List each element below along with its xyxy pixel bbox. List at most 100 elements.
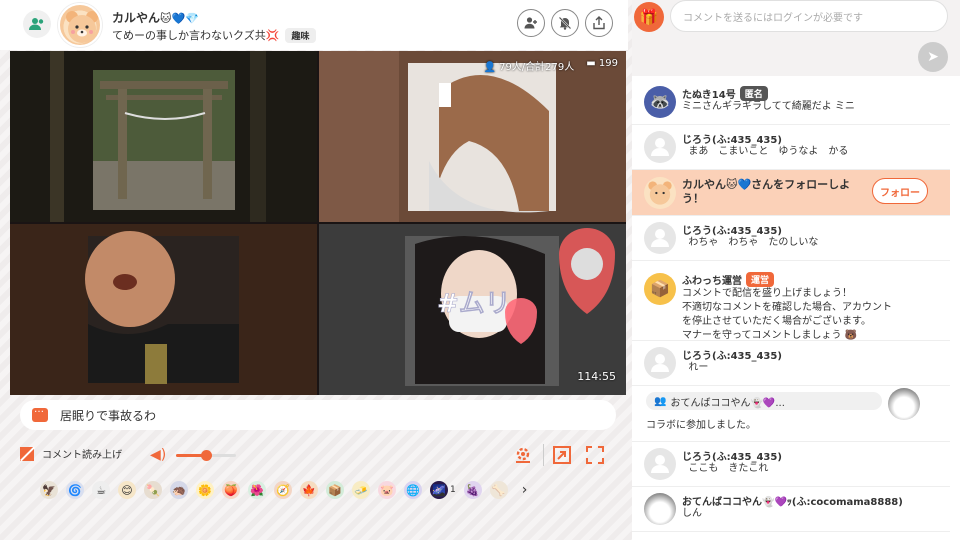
follow-button[interactable]: フォロー (872, 178, 928, 204)
chat-message[interactable]: じろう(ふ:435_435) まあ こまいこと ゆうなよ かる (632, 125, 950, 170)
stream-title-text: てめーの事しか言わないクズ共💢 (112, 27, 279, 43)
gift-item[interactable]: 🌼 (196, 481, 214, 499)
controls-divider (543, 444, 544, 466)
share-button[interactable] (585, 9, 613, 37)
gift-item[interactable]: 🌌 (430, 481, 448, 499)
video-overlay-text: #ムリ (437, 289, 511, 319)
collab-user-name: おてんばココやん👻💜... (670, 397, 785, 409)
chat-username[interactable]: おてんばココやん👻💜ｯ(ふ:cocomama8888) (682, 493, 903, 508)
read-aloud-toggle[interactable]: コメント読み上げ (20, 446, 122, 461)
staff-avatar[interactable]: 📦 (644, 273, 676, 305)
user-avatar[interactable]: 🦝 (644, 86, 676, 118)
user-badge: 匿名 (739, 86, 768, 101)
comment-count-text: 199 (598, 58, 618, 69)
stream-panel: カルやん🐱💙💎 てめーの事しか言わないクズ共💢 趣味 #ムリ 👤 79人/合計2… (0, 0, 628, 540)
video-player[interactable]: #ムリ 👤 79人/合計279人 ▬ 199 114:55 (10, 51, 626, 395)
default-avatar[interactable] (644, 448, 676, 480)
category-badge[interactable]: 趣味 (285, 27, 316, 43)
gift-item[interactable]: 🦴 (489, 481, 508, 499)
chat-username-text: おてんばココやん👻💜ｯ(ふ:cocomama8888) (682, 497, 903, 508)
chat-message[interactable]: 📦 ふわっち運営 運営 コメントで配信を盛り上げましょう！ 不適切なコメントを確認した… (632, 261, 950, 341)
read-aloud-off-icon (20, 446, 34, 461)
group-button[interactable] (23, 10, 51, 38)
gift-item[interactable]: 😊 (118, 481, 136, 499)
tanuki-icon: 🦝 (650, 92, 670, 111)
settings-button[interactable] (512, 444, 534, 466)
stream-title: てめーの事しか言わないクズ共💢 趣味 (112, 27, 316, 43)
chat-message[interactable]: じろう(ふ:435_435) れー (632, 341, 950, 386)
comment-input[interactable]: コメントを送るにはログインが必要です (670, 0, 948, 32)
player-controls: コメント読み上げ ◀) (0, 440, 628, 470)
fuwacchi-mascot-icon: 📦 (650, 279, 670, 298)
latest-comment-bar: 居眠りで事故るわ (20, 400, 616, 430)
gift-item[interactable]: 📦 (326, 481, 344, 499)
chat-message-text: しん (682, 508, 702, 519)
user-avatar[interactable] (644, 493, 676, 525)
bear-avatar-icon (648, 181, 672, 205)
collab-avatar[interactable] (888, 388, 920, 420)
chat-username[interactable]: ふわっち運営 運営 (682, 272, 775, 287)
streamer-avatar[interactable] (58, 3, 102, 47)
chat-username-text: じろう(ふ:435_435) (682, 135, 782, 146)
picture-in-picture-icon (553, 446, 571, 464)
read-aloud-label: コメント読み上げ (42, 450, 122, 461)
person-icon: 👤 (483, 62, 496, 73)
volume-control[interactable]: ◀) (150, 447, 240, 463)
streamer-avatar-small[interactable] (644, 177, 676, 209)
chat-username-text: ふわっち運営 (682, 276, 742, 287)
default-avatar[interactable] (644, 347, 676, 379)
stream-title-main: てめーの事しか言わないクズ共 (112, 29, 266, 42)
pip-button[interactable] (551, 444, 573, 466)
gift-button[interactable]: 🎁 (634, 2, 664, 32)
gift-item[interactable]: ☕ (92, 481, 110, 499)
gift-item[interactable]: 🐷 (378, 481, 396, 499)
chat-username[interactable]: たぬき14号 匿名 (682, 86, 768, 101)
volume-slider[interactable] (176, 450, 236, 461)
chat-message[interactable]: じろう(ふ:435_435) わちゃ わちゃ たのしいな (632, 216, 950, 261)
add-user-icon (524, 17, 537, 29)
chat-username[interactable]: じろう(ふ:435_435) (682, 347, 782, 362)
chat-message[interactable]: じろう(ふ:435_435) ここも きたこれ (632, 442, 950, 487)
chat-username[interactable]: じろう(ふ:435_435) (682, 222, 782, 237)
girl-scene-1 (319, 51, 626, 222)
user-badge: 運営 (746, 272, 775, 287)
collab-video-2[interactable] (319, 51, 626, 222)
gift-item[interactable]: 🌀 (66, 481, 84, 499)
chat-message[interactable]: おてんばココやん👻💜ｯ(ふ:cocomama8888) しん (632, 487, 950, 532)
gift-item[interactable]: 🍡 (144, 481, 162, 499)
collab-video-3[interactable] (10, 224, 317, 395)
gift-item[interactable]: 🧭 (274, 481, 292, 499)
mute-notification-button[interactable] (551, 9, 579, 37)
collab-user-pill[interactable]: 👥 おてんばココやん👻💜... (646, 392, 882, 410)
elapsed-time: 114:55 (577, 370, 616, 383)
fullscreen-button[interactable] (584, 444, 606, 466)
speaker-icon[interactable]: ◀) (150, 447, 168, 463)
add-friend-button[interactable] (517, 9, 545, 37)
streamer-name: カルやん🐱💙💎 (112, 9, 199, 26)
volume-knob[interactable] (201, 450, 212, 461)
chat-message-text: ミニさんギラギラしてて綺麗だよ ミニ (682, 101, 855, 112)
chat-message[interactable]: 🦝 たぬき14号 匿名 ミニさんギラギラしてて綺麗だよ ミニ (632, 80, 950, 125)
gift-item[interactable]: 🍁 (300, 481, 318, 499)
viewer-count: 👤 79人/合計279人 (483, 58, 574, 73)
collab-video-1[interactable] (10, 51, 317, 222)
send-button[interactable]: ➤ (918, 42, 948, 72)
gift-item[interactable]: 🍑 (222, 481, 240, 499)
gift-item[interactable]: 🍇 (463, 481, 482, 499)
gift-item[interactable]: 🌺 (248, 481, 266, 499)
viewer-stats: 👤 79人/合計279人 ▬ 199 (483, 58, 618, 73)
viewer-count-text: 79人/合計279人 (499, 62, 575, 73)
gift-item[interactable]: 🦅 (40, 481, 58, 499)
chat-list[interactable]: 🦝 たぬき14号 匿名 ミニさんギラギラしてて綺麗だよ ミニ じろう(ふ:435_435… (632, 80, 950, 540)
chat-username[interactable]: じろう(ふ:435_435) (682, 448, 782, 463)
gift-item[interactable]: 🦔 (170, 481, 188, 499)
default-avatar[interactable] (644, 131, 676, 163)
gift-item[interactable]: 🧈 (352, 481, 370, 499)
chevron-right-icon[interactable]: › (522, 482, 528, 498)
chat-message[interactable]: 👥 おてんばココやん👻💜... コラボに参加しました。 (632, 386, 950, 442)
gear-icon (516, 447, 530, 463)
default-avatar[interactable] (644, 222, 676, 254)
chat-username[interactable]: じろう(ふ:435_435) (682, 131, 782, 146)
gift-item[interactable]: 🌐 (404, 481, 422, 499)
user-silhouette-icon (649, 226, 671, 251)
